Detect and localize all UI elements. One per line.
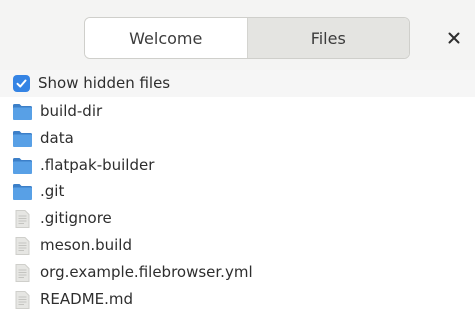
folder-icon <box>12 103 33 121</box>
file-name: .git <box>40 182 65 201</box>
folder-icon <box>12 130 33 148</box>
file-name: README.md <box>40 289 134 308</box>
header-bar: Welcome Files <box>0 0 475 70</box>
text-file-icon <box>12 290 33 309</box>
file-row[interactable]: meson.build <box>0 232 475 259</box>
tab-welcome[interactable]: Welcome <box>85 18 248 58</box>
file-row[interactable]: data <box>0 125 475 152</box>
file-name: org.example.filebrowser.yml <box>40 262 253 281</box>
file-name: data <box>40 128 74 147</box>
file-name: build-dir <box>40 102 103 120</box>
show-hidden-row: Show hidden files <box>0 70 475 97</box>
text-file-icon <box>12 263 33 282</box>
close-button[interactable] <box>440 26 468 50</box>
file-row[interactable]: .git <box>0 178 475 205</box>
view-switcher: Welcome Files <box>84 17 410 59</box>
checkmark-icon <box>16 79 27 88</box>
file-name: meson.build <box>40 235 132 254</box>
file-row[interactable]: org.example.filebrowser.yml <box>0 259 475 286</box>
tab-files[interactable]: Files <box>247 18 409 58</box>
file-row[interactable]: .gitignore <box>0 205 475 232</box>
app-window: Welcome Files Show hidden files build-di… <box>0 0 475 311</box>
text-file-icon <box>12 236 33 255</box>
file-row[interactable]: .flatpak-builder <box>0 152 475 179</box>
files-view: Show hidden files build-dir data .flatpak-… <box>0 70 475 311</box>
show-hidden-checkbox[interactable] <box>13 75 30 92</box>
show-hidden-label[interactable]: Show hidden files <box>38 73 170 94</box>
text-file-icon <box>12 210 33 229</box>
file-name: .gitignore <box>40 209 112 228</box>
file-list: build-dir data .flatpak-builder .git .gitign… <box>0 98 475 311</box>
close-icon <box>448 32 460 44</box>
folder-icon <box>12 183 33 201</box>
file-row[interactable]: README.md <box>0 286 475 311</box>
file-row[interactable]: build-dir <box>0 98 475 125</box>
file-name: .flatpak-builder <box>40 155 155 174</box>
folder-icon <box>12 157 33 175</box>
